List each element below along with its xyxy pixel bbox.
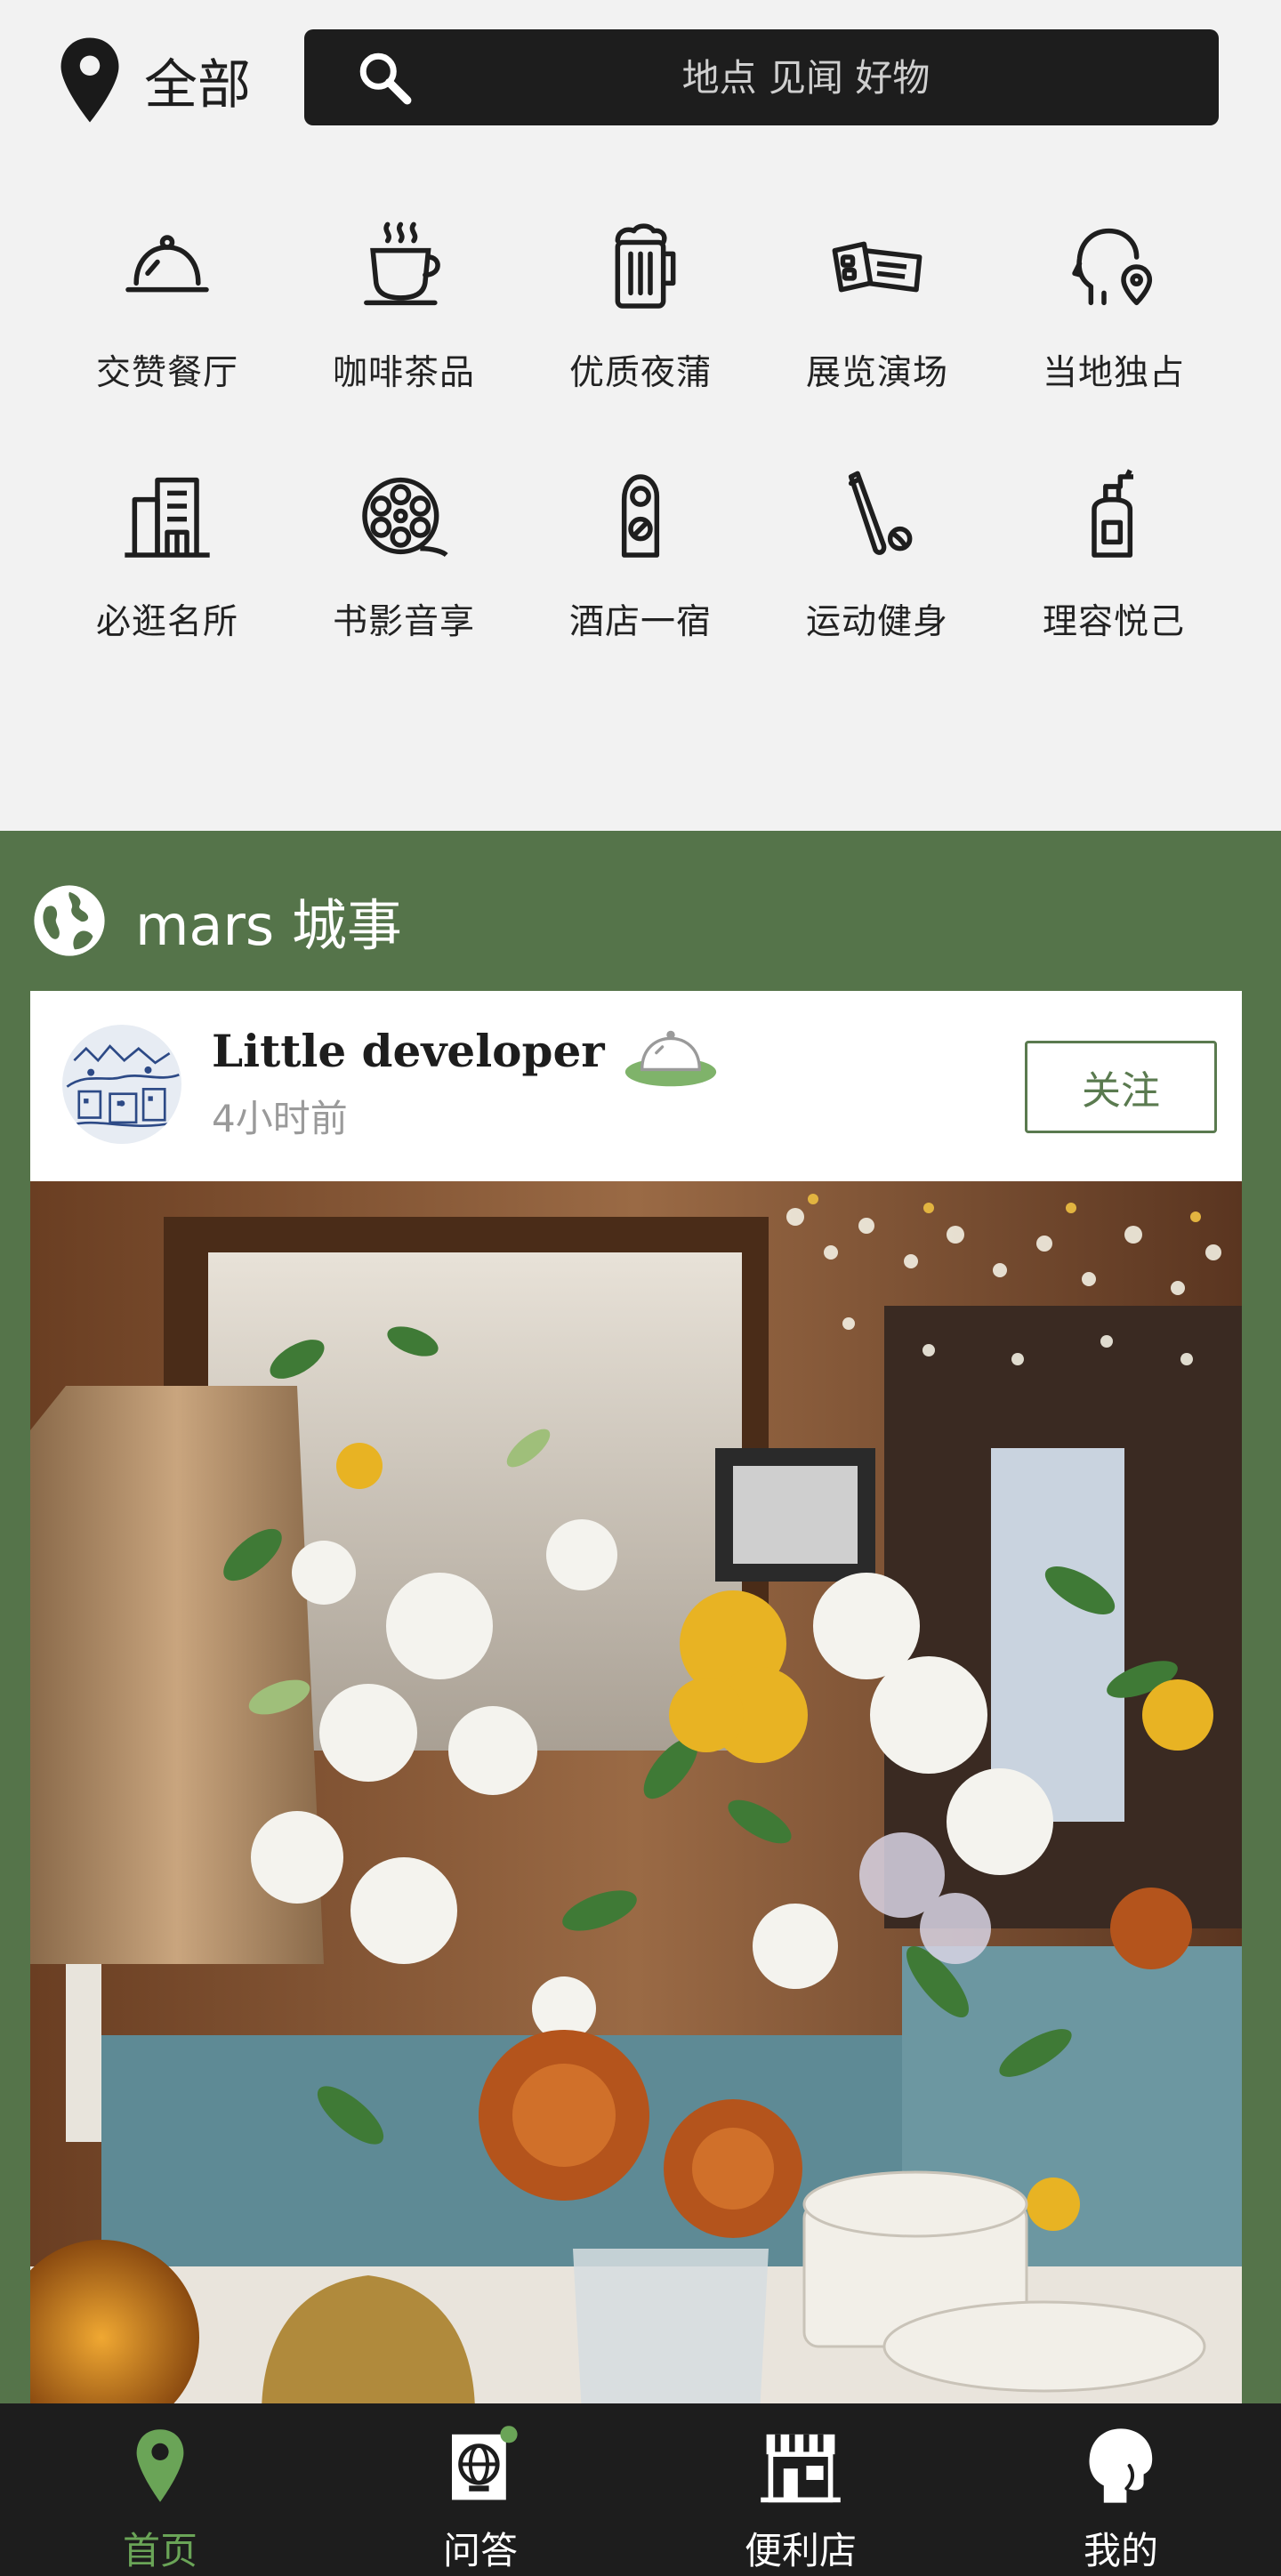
category-beauty[interactable]: 理容悦己 — [995, 463, 1232, 644]
search-input[interactable] — [447, 29, 1165, 125]
top-bar: 全部 — [0, 0, 1281, 142]
nav-label: 我的 — [1083, 2529, 1158, 2572]
profile-head-icon — [1078, 2423, 1164, 2508]
bottom-nav: 首页 问答 便利店 我的 — [0, 2403, 1281, 2576]
nav-home[interactable]: 首页 — [0, 2403, 320, 2576]
cloche-badge-icon — [624, 1030, 717, 1087]
category-local-exclusive[interactable]: 当地独占 — [995, 213, 1232, 395]
category-label: 理容悦己 — [1042, 602, 1185, 642]
category-label: 书影音享 — [332, 602, 475, 642]
nav-label: 首页 — [122, 2529, 197, 2572]
category-sports[interactable]: 运动健身 — [759, 463, 995, 644]
search-icon — [359, 52, 412, 105]
bat-ball-icon — [824, 463, 931, 569]
category-label: 当地独占 — [1042, 353, 1185, 393]
local-head-pin-icon — [1060, 213, 1167, 320]
search-bar[interactable] — [304, 29, 1219, 125]
category-exhibitions[interactable]: 展览演场 — [759, 213, 995, 395]
nav-store[interactable]: 便利店 — [640, 2403, 961, 2576]
feed-header: mars 城事 — [30, 881, 402, 961]
follow-button[interactable]: 关注 — [1025, 1041, 1217, 1133]
category-label: 优质夜蒲 — [568, 353, 712, 393]
post-timestamp: 4小时前 — [212, 1097, 348, 1140]
building-icon — [114, 463, 221, 569]
category-grid: 交赞餐厅 咖啡茶品 优质夜蒲 展览演场 当地独占 必逛名所 书影音享 酒店一宿 … — [0, 213, 1281, 644]
tickets-icon — [824, 213, 931, 320]
feed-section-title: mars 城事 — [135, 893, 402, 958]
nav-qa[interactable]: 问答 — [320, 2403, 640, 2576]
pump-bottle-icon — [1060, 463, 1167, 569]
storefront-icon — [758, 2423, 843, 2508]
avatar[interactable] — [62, 1025, 181, 1144]
post-header: Little developer 4小时前 关注 — [30, 991, 1242, 1181]
location-label: 全部 — [144, 53, 251, 117]
category-label: 展览演场 — [805, 353, 948, 393]
category-hotels[interactable]: 酒店一宿 — [522, 463, 759, 644]
nav-label: 便利店 — [744, 2529, 857, 2572]
map-pin-icon — [117, 2423, 203, 2508]
flower-arrangement-photo — [30, 1181, 1242, 2414]
beer-mug-icon — [587, 213, 694, 320]
globe-icon — [34, 885, 105, 956]
category-landmarks[interactable]: 必逛名所 — [49, 463, 286, 644]
map-pin-icon — [60, 37, 119, 123]
door-hanger-icon — [587, 463, 694, 569]
nav-label: 问答 — [442, 2529, 518, 2572]
category-coffee-tea[interactable]: 咖啡茶品 — [286, 213, 522, 395]
category-nightlife[interactable]: 优质夜蒲 — [522, 213, 759, 395]
feed-section: mars 城事 Little developer 4小时前 关注 — [0, 831, 1281, 2414]
app-page: 全部 交赞餐厅 — [0, 0, 1281, 2576]
category-label: 运动健身 — [805, 602, 948, 642]
nav-profile[interactable]: 我的 — [961, 2403, 1281, 2576]
film-reel-icon — [350, 463, 457, 569]
category-books-films-music[interactable]: 书影音享 — [286, 463, 522, 644]
category-label: 交赞餐厅 — [95, 353, 238, 393]
globe-notification-icon — [438, 2423, 523, 2508]
category-label: 咖啡茶品 — [332, 353, 475, 393]
cloche-icon — [114, 213, 221, 320]
post-card[interactable]: Little developer 4小时前 关注 — [30, 991, 1242, 2414]
post-image[interactable] — [30, 1181, 1242, 2414]
category-label: 必逛名所 — [95, 602, 238, 642]
category-label: 酒店一宿 — [568, 602, 712, 642]
category-restaurant[interactable]: 交赞餐厅 — [49, 213, 286, 395]
coffee-cup-icon — [350, 213, 457, 320]
post-author[interactable]: Little developer — [212, 1025, 605, 1077]
location-selector[interactable]: 全部 — [55, 36, 251, 125]
